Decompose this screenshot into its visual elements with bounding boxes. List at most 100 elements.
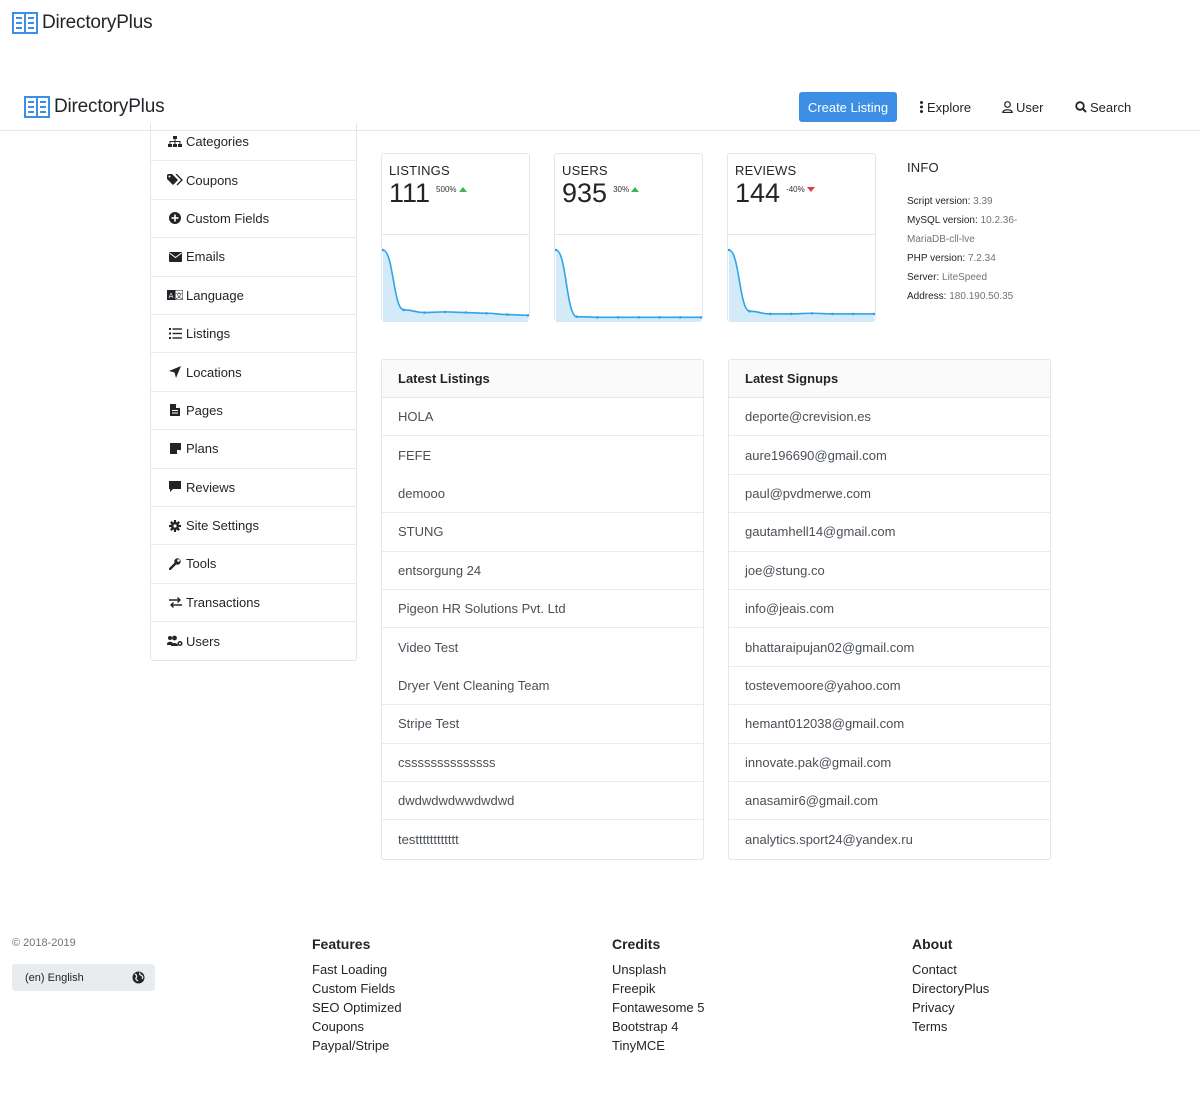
list-item[interactable]: tostevemoore@yahoo.com	[729, 667, 1050, 706]
list-item[interactable]: entsorgung 24	[382, 552, 703, 590]
footer-link[interactable]: Unsplash	[612, 960, 705, 979]
footer-link[interactable]: TinyMCE	[612, 1036, 705, 1055]
footer-link[interactable]: SEO Optimized	[312, 998, 402, 1017]
sidebar-item-emails[interactable]: Emails	[151, 238, 356, 277]
stat-change: 500%	[436, 185, 467, 194]
sparkline-point	[658, 316, 661, 319]
nav-explore-label: Explore	[927, 99, 972, 115]
sidebar-item-categories[interactable]: Categories	[151, 123, 356, 162]
footer-link[interactable]: Coupons	[312, 1017, 402, 1036]
sidebar-item-listings[interactable]: Listings	[151, 315, 356, 354]
search-icon	[1075, 101, 1087, 113]
exchange-icon	[167, 596, 183, 608]
footer-link[interactable]: Freepik	[612, 979, 705, 998]
nav-explore[interactable]: Explore	[919, 92, 971, 122]
sidebar-item-site-settings[interactable]: Site Settings	[151, 507, 356, 546]
sidebar-item-pages[interactable]: Pages	[151, 392, 356, 431]
list-item[interactable]: Dryer Vent Cleaning Team	[382, 667, 703, 706]
list-item[interactable]: deporte@crevision.es	[729, 398, 1050, 437]
brand-logo-icon	[24, 96, 50, 118]
footer-link[interactable]: Custom Fields	[312, 979, 402, 998]
footer-col-features: Features Fast Loading Custom Fields SEO …	[312, 936, 402, 1055]
sidebar-item-label: Coupons	[186, 172, 239, 188]
list-item[interactable]: Video Test	[382, 628, 703, 666]
trend-down-icon	[806, 187, 815, 192]
list-item[interactable]: analytics.sport24@yandex.ru	[729, 820, 1050, 858]
sidebar-item-custom-fields[interactable]: Custom Fields	[151, 200, 356, 239]
create-listing-button[interactable]: Create Listing	[799, 92, 897, 122]
trend-up-icon	[458, 187, 467, 192]
sparkline-point	[464, 311, 468, 314]
latest-signups-card: Latest Signups deporte@crevision.es aure…	[728, 359, 1051, 860]
list-item[interactable]: paul@pvdmerwe.com	[729, 475, 1050, 514]
stat-chart	[728, 248, 875, 322]
sitemap-icon	[167, 135, 183, 148]
sidebar-item-reviews[interactable]: Reviews	[151, 469, 356, 507]
list-item[interactable]: Stripe Test	[382, 705, 703, 744]
list-item[interactable]: gautamhell14@gmail.com	[729, 513, 1050, 552]
footer-link[interactable]: Terms	[912, 1017, 989, 1036]
stat-change-value: -40%	[786, 185, 805, 194]
list-item[interactable]: bhattaraipujan02@gmail.com	[729, 628, 1050, 667]
footer-link[interactable]: Bootstrap 4	[612, 1017, 705, 1036]
list-item[interactable]: testttttttttttt	[382, 820, 703, 858]
sidebar-item-tools[interactable]: Tools	[151, 545, 356, 584]
sidebar-item-locations[interactable]: Locations	[151, 353, 356, 392]
stat-change-value: 500%	[436, 185, 457, 194]
nav-search[interactable]: Search	[1075, 92, 1131, 122]
sparkline-point	[831, 312, 834, 316]
info-value: 3.39	[973, 196, 993, 207]
footer-link[interactable]: Paypal/Stripe	[312, 1036, 402, 1055]
list-item[interactable]: anasamir6@gmail.com	[729, 782, 1050, 821]
list-item[interactable]: cssssssssssssss	[382, 744, 703, 782]
stat-change-value: 30%	[613, 185, 630, 194]
sidebar-item-label: Users	[186, 633, 220, 649]
language-select[interactable]: (en) English	[12, 964, 155, 991]
info-server: Server: LiteSpeed	[907, 268, 1047, 287]
sparkline-point	[505, 313, 509, 316]
footer-link[interactable]: Fast Loading	[312, 960, 402, 979]
sidebar-item-plans[interactable]: Plans	[151, 430, 356, 469]
list-icon	[167, 328, 183, 340]
info-key: PHP version:	[907, 253, 966, 264]
stat-value: 935	[562, 178, 608, 208]
list-item[interactable]: HOLA	[382, 398, 703, 437]
sparkline-point	[485, 311, 488, 315]
wrench-icon	[167, 558, 183, 570]
list-item[interactable]: joe@stung.co	[729, 552, 1050, 590]
latest-listings-title: Latest Listings	[382, 360, 703, 398]
footer-link[interactable]: DirectoryPlus	[912, 979, 989, 998]
list-item[interactable]: FEFE	[382, 436, 703, 474]
list-item[interactable]: aure196690@gmail.com	[729, 436, 1050, 475]
sidebar-item-label: Language	[186, 287, 244, 303]
footer-link[interactable]: Privacy	[912, 998, 989, 1017]
stat-card-reviews: REVIEWS 144 -40%	[727, 153, 876, 322]
top-logo[interactable]: DirectoryPlus	[12, 12, 153, 34]
info-value: 10.2.36-	[980, 215, 1018, 226]
footer-link[interactable]: Contact	[912, 960, 989, 979]
stat-value: 144	[735, 178, 781, 208]
list-item[interactable]: demooo	[382, 475, 703, 514]
footer-col-about: About Contact DirectoryPlus Privacy Term…	[912, 936, 989, 1036]
sidebar-item-label: Listings	[186, 326, 231, 342]
sparkline-area	[383, 250, 528, 322]
svg-text:A: A	[169, 292, 174, 300]
sparkline-point	[678, 316, 682, 319]
sidebar-item-language[interactable]: A文 Language	[151, 277, 356, 315]
stat-value: 111	[389, 178, 431, 208]
list-item[interactable]: hemant012038@gmail.com	[729, 705, 1050, 744]
list-item[interactable]: innovate.pak@gmail.com	[729, 744, 1050, 782]
nav-search-label: Search	[1090, 99, 1132, 115]
sidebar-item-transactions[interactable]: Transactions	[151, 584, 356, 623]
nav-user[interactable]: User	[1002, 92, 1043, 122]
nav-logo[interactable]: DirectoryPlus	[24, 96, 165, 118]
list-item[interactable]: info@jeais.com	[729, 590, 1050, 629]
info-key: MySQL version:	[907, 215, 978, 226]
sidebar-item-coupons[interactable]: Coupons	[151, 161, 356, 200]
list-item[interactable]: Pigeon HR Solutions Pvt. Ltd	[382, 590, 703, 629]
list-item[interactable]: dwdwdwdwwdwdwd	[382, 782, 703, 821]
footer-link[interactable]: Fontawesome 5	[612, 998, 705, 1017]
nav-user-label: User	[1016, 99, 1044, 115]
list-item[interactable]: STUNG	[382, 513, 703, 552]
sidebar-item-users[interactable]: Users	[151, 622, 356, 660]
